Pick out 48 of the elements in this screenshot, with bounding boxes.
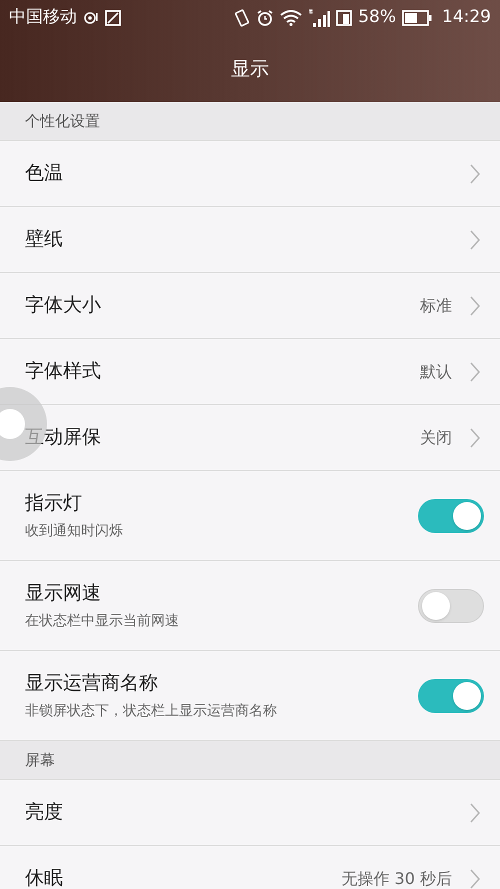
row-label: 字体大小: [25, 293, 102, 318]
row-label: 休眠: [25, 866, 64, 889]
chevron-right-icon: [470, 230, 480, 250]
chevron-right-icon: [470, 428, 480, 448]
image-icon: [105, 10, 121, 26]
chevron-right-icon: [470, 164, 480, 184]
settings-row[interactable]: 休眠 无操作 30 秒后: [0, 846, 500, 889]
chevron-right-icon: [470, 362, 480, 382]
row-label: 显示运营商名称: [25, 670, 159, 696]
row-label: 指示灯: [25, 490, 83, 516]
settings-row[interactable]: 色温: [0, 141, 500, 207]
chevron-right-icon: [470, 802, 480, 822]
section-header: 个性化设置: [0, 102, 500, 141]
row-value: 无操作 30 秒后: [341, 868, 452, 889]
wifi-icon: [280, 10, 302, 26]
settings-row[interactable]: 字体大小 标准: [0, 273, 500, 339]
row-value: 关闭: [420, 426, 452, 448]
vibrate-icon: [234, 9, 250, 27]
notification-icon: [83, 10, 99, 26]
toggle-switch[interactable]: [418, 678, 484, 712]
toggle-switch[interactable]: [418, 498, 484, 532]
clock-time: 14:29: [442, 6, 491, 30]
chevron-right-icon: [470, 296, 480, 316]
row-value: 默认: [420, 360, 452, 382]
signal-icon: [308, 9, 330, 27]
carrier-name: 中国移动: [9, 6, 77, 30]
row-subtitle: 收到通知时闪烁: [25, 522, 124, 542]
battery-percent: 58%: [358, 6, 396, 30]
screen-title: 显示: [231, 56, 269, 82]
settings-row[interactable]: 壁纸: [0, 207, 500, 273]
settings-row[interactable]: 显示网速 在状态栏中显示当前网速: [0, 561, 500, 651]
row-label: 互动屏保: [25, 425, 102, 450]
row-label: 壁纸: [25, 227, 64, 252]
row-subtitle: 非锁屏状态下，状态栏上显示运营商名称: [25, 702, 278, 722]
row-label: 亮度: [25, 800, 64, 826]
sim-icon: [336, 9, 352, 27]
section-header: 屏幕: [0, 741, 500, 780]
row-label: 色温: [25, 161, 64, 186]
chevron-right-icon: [470, 868, 480, 888]
row-value: 标准: [420, 294, 452, 316]
alarm-icon: [256, 9, 274, 27]
row-label: 显示网速: [25, 580, 102, 606]
row-label: 字体样式: [25, 359, 102, 384]
battery-icon: [402, 10, 432, 26]
toggle-switch[interactable]: [418, 588, 484, 622]
settings-row[interactable]: 亮度: [0, 780, 500, 846]
settings-row[interactable]: 指示灯 收到通知时闪烁: [0, 471, 500, 561]
row-subtitle: 在状态栏中显示当前网速: [25, 612, 180, 632]
